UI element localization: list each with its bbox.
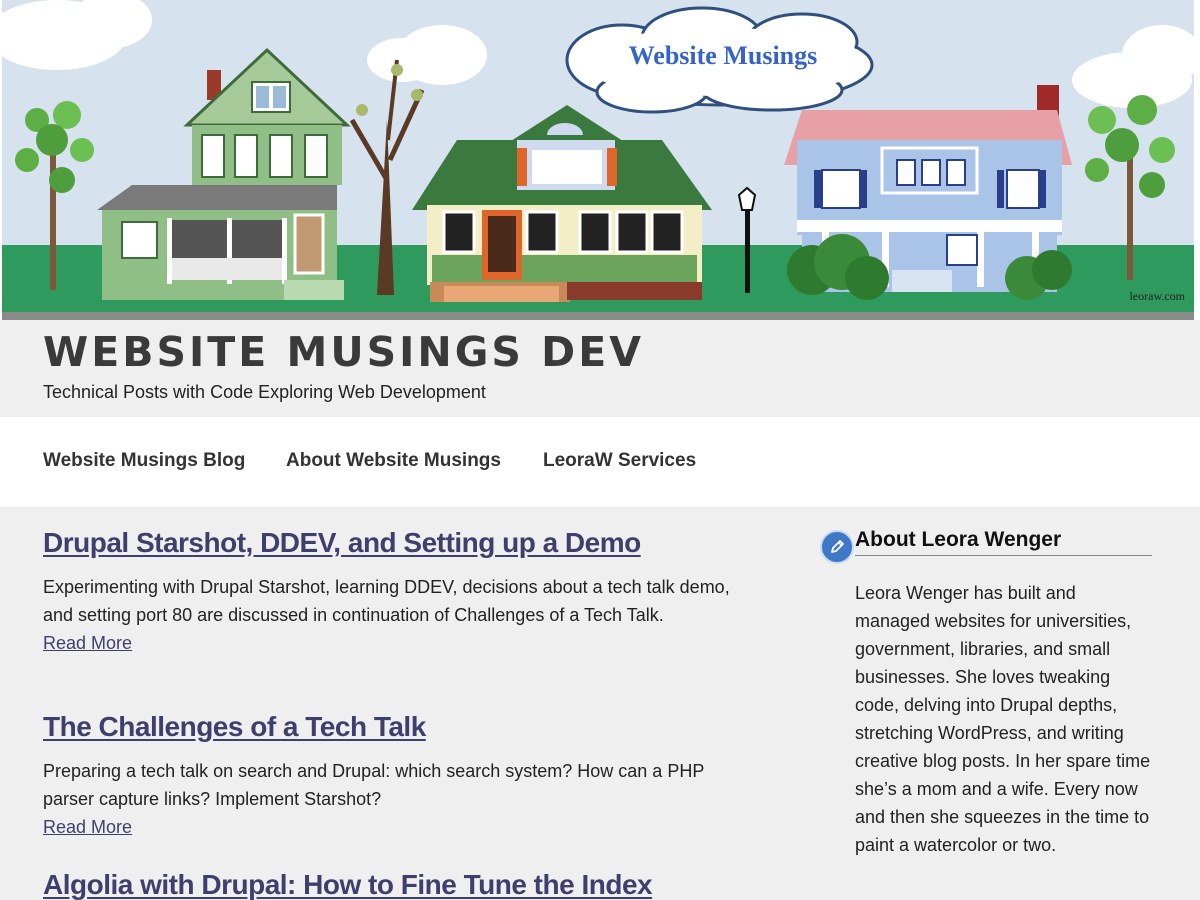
nav-item-about[interactable]: About Website Musings xyxy=(286,450,501,472)
main-navigation: Website Musings Blog About Website Musin… xyxy=(0,417,1200,507)
sidebar-heading: About Leora Wenger xyxy=(855,528,1152,556)
post-title-link[interactable]: Drupal Starshot, DDEV, and Setting up a … xyxy=(43,527,763,559)
post-excerpt: Preparing a tech talk on search and Drup… xyxy=(43,761,704,809)
post-item: Drupal Starshot, DDEV, and Setting up a … xyxy=(43,527,763,657)
pencil-icon xyxy=(820,530,854,564)
nav-item-blog[interactable]: Website Musings Blog xyxy=(43,450,245,472)
header-banner: Website Musings leoraw.com xyxy=(0,0,1200,320)
cloud-title: Website Musings xyxy=(629,41,818,70)
post-title-link[interactable]: Algolia with Drupal: How to Fine Tune th… xyxy=(43,869,763,900)
post-excerpt: Experimenting with Drupal Starshot, lear… xyxy=(43,577,730,625)
post-item: The Challenges of a Tech Talk Preparing … xyxy=(43,711,763,841)
site-title[interactable]: WEBSITE MUSINGS DEV xyxy=(43,328,644,376)
banner-credit: leoraw.com xyxy=(1129,289,1185,303)
post-item: Algolia with Drupal: How to Fine Tune th… xyxy=(43,869,763,900)
pencil-icon-glyph xyxy=(831,540,844,553)
banner-illustration: Website Musings leoraw.com xyxy=(2,0,1194,320)
read-more-link[interactable]: Read More xyxy=(43,813,763,841)
nav-item-services[interactable]: LeoraW Services xyxy=(543,450,696,472)
site-tagline: Technical Posts with Code Exploring Web … xyxy=(43,382,486,402)
post-title-link[interactable]: The Challenges of a Tech Talk xyxy=(43,711,763,743)
sidebar-about-text: Leora Wenger has built and managed websi… xyxy=(855,583,1151,855)
read-more-link[interactable]: Read More xyxy=(43,629,763,657)
site-header: WEBSITE MUSINGS DEV Technical Posts with… xyxy=(0,320,1200,417)
